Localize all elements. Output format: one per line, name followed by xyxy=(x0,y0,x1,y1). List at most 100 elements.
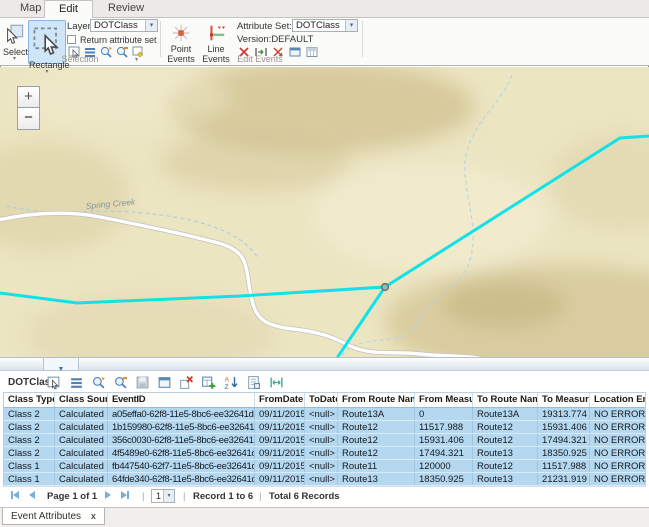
close-tab-icon[interactable]: x xyxy=(91,511,96,521)
column-header[interactable]: ToDate xyxy=(305,393,338,407)
tab-edit[interactable]: Edit xyxy=(44,0,93,18)
table-cell: Route12 xyxy=(338,447,415,459)
attribute-set-combobox[interactable]: DOTClass ▾ xyxy=(292,19,358,32)
route-junction-marker[interactable] xyxy=(382,284,389,291)
point-events-icon xyxy=(171,23,191,43)
table-cell: Calculated xyxy=(55,473,108,485)
table-cell: Route13A xyxy=(473,408,538,420)
pagination-bar: Page 1 of 1 | 1 ▾ | Record 1 to 6 | Tota… xyxy=(3,486,646,506)
next-page-button[interactable] xyxy=(105,491,111,503)
table-cell: NO ERROR xyxy=(590,473,645,485)
delete-record-button[interactable] xyxy=(178,375,194,391)
line-events-icon xyxy=(206,23,226,43)
table-cell: 15931.406 xyxy=(538,421,590,433)
table-cell: Class 2 xyxy=(4,447,55,459)
table-row[interactable]: Class 2Calculated4f5489e0-62f8-11e5-8bc6… xyxy=(4,447,645,460)
column-header[interactable]: FromDate xyxy=(255,393,305,407)
table-cell: 18350.925 xyxy=(538,447,590,459)
table-cell: 120000 xyxy=(415,460,473,472)
event-attributes-tab[interactable]: Event Attributes x xyxy=(2,508,105,525)
table-row[interactable]: Class 2Calculated1b159980-62f8-11e5-8bc6… xyxy=(4,421,645,434)
panel-collapse-tab[interactable]: ▼ xyxy=(43,358,79,371)
column-header[interactable]: To Route Name xyxy=(473,393,538,407)
table-cell: Calculated xyxy=(55,421,108,433)
group-separator xyxy=(160,21,161,57)
column-header[interactable]: Class Type xyxy=(4,393,55,407)
save-edits-button[interactable] xyxy=(134,375,150,391)
first-page-button[interactable] xyxy=(11,491,19,503)
column-header[interactable]: Class Source xyxy=(55,393,108,407)
svg-text:A: A xyxy=(224,377,229,384)
panel-collapse-bar: ▼ xyxy=(0,357,649,371)
table-cell: <null> xyxy=(305,434,338,446)
table-cell: Route12 xyxy=(338,421,415,433)
table-cell: NO ERROR xyxy=(590,447,645,459)
previous-page-button[interactable] xyxy=(29,491,35,503)
page-number-dropdown[interactable]: 1 ▾ xyxy=(151,489,175,503)
attribute-set-label: Attribute Set: xyxy=(237,21,292,32)
table-cell: Class 2 xyxy=(4,434,55,446)
table-cell: 15931.406 xyxy=(415,434,473,446)
rectangle-dropdown-arrow[interactable]: ▾ xyxy=(29,70,65,75)
table-cell: NO ERROR xyxy=(590,421,645,433)
page-dropdown-arrow[interactable]: ▾ xyxy=(163,490,174,502)
table-cell: <null> xyxy=(305,408,338,420)
column-header[interactable]: From Route Name xyxy=(338,393,415,407)
attribute-set-combo-arrow[interactable]: ▾ xyxy=(345,20,357,31)
zoom-in-button[interactable]: + xyxy=(17,86,40,108)
panel-tab-bar: Event Attributes x xyxy=(0,507,649,527)
sort-records-button[interactable]: AZ xyxy=(223,375,239,391)
pager-separator: | xyxy=(183,491,185,503)
selection-group-label: Selection xyxy=(0,54,160,64)
table-cell: 356c0030-62f8-11e5-8bc6-ee32641d5ec9 xyxy=(108,434,255,446)
layer-value: DOTClass xyxy=(94,20,138,31)
form-view-button[interactable] xyxy=(245,375,261,391)
table-body: Class 2Calculateda05effa0-62f8-11e5-8bc6… xyxy=(3,408,646,487)
layer-combo-arrow[interactable]: ▾ xyxy=(145,20,157,31)
table-row[interactable]: Class 2Calculated356c0030-62f8-11e5-8bc6… xyxy=(4,434,645,447)
last-page-button[interactable] xyxy=(121,491,129,503)
table-cell: 09/11/2015 xyxy=(255,421,305,433)
table-cell: Route13 xyxy=(338,473,415,485)
add-record-button[interactable] xyxy=(200,375,216,391)
map-view[interactable]: Spring Creek + − xyxy=(0,67,649,357)
event-attributes-tab-label: Event Attributes xyxy=(11,511,81,522)
table-cell: <null> xyxy=(305,460,338,472)
return-attribute-set-label: Return attribute set xyxy=(80,35,157,45)
map-zoom-control: + − xyxy=(17,86,40,130)
record-range-status: Record 1 to 6 xyxy=(193,491,253,503)
table-cell: 09/11/2015 xyxy=(255,447,305,459)
measure-range-button[interactable] xyxy=(268,375,284,391)
return-attribute-set-checkbox[interactable] xyxy=(67,35,76,44)
column-header[interactable]: EventID xyxy=(108,393,255,407)
pan-to-selected-button[interactable] xyxy=(112,375,128,391)
column-header[interactable]: To Measure xyxy=(538,393,590,407)
table-header-row: Class TypeClass SourceEventIDFromDateToD… xyxy=(3,392,646,408)
table-cell: Route12 xyxy=(473,460,538,472)
zoom-to-selected-button[interactable] xyxy=(90,375,106,391)
layer-combobox[interactable]: DOTClass ▾ xyxy=(90,19,158,32)
zoom-out-button[interactable]: − xyxy=(17,108,40,130)
column-header[interactable]: From Measure xyxy=(415,393,473,407)
table-row[interactable]: Class 1Calculated64fde340-62f8-11e5-8bc6… xyxy=(4,473,645,486)
event-attributes-panel: DOTClass AZ xyxy=(0,371,649,527)
table-cell: 18350.925 xyxy=(415,473,473,485)
table-cell: 0 xyxy=(415,408,473,420)
table-cell: Route12 xyxy=(338,434,415,446)
tab-review[interactable]: Review xyxy=(94,0,158,17)
select-records-button[interactable] xyxy=(45,375,61,391)
column-header[interactable]: Location Error xyxy=(590,393,645,407)
table-cell: fb447540-62f7-11e5-8bc6-ee32641d5ec9 xyxy=(108,460,255,472)
table-cell: Class 1 xyxy=(4,460,55,472)
table-cell: Calculated xyxy=(55,408,108,420)
table-row[interactable]: Class 1Calculatedfb447540-62f7-11e5-8bc6… xyxy=(4,460,645,473)
table-cell: Class 2 xyxy=(4,408,55,420)
total-records-status: Total 6 Records xyxy=(269,491,340,503)
table-row[interactable]: Class 2Calculateda05effa0-62f8-11e5-8bc6… xyxy=(4,408,645,421)
show-selected-records-button[interactable] xyxy=(68,375,84,391)
attribute-window-button[interactable] xyxy=(156,375,172,391)
edit-events-group-label: Edit Events xyxy=(160,54,360,64)
ribbon-tabstrip: Map Edit Review xyxy=(0,0,649,17)
table-cell: Class 1 xyxy=(4,473,55,485)
page-status: Page 1 of 1 xyxy=(47,491,97,503)
